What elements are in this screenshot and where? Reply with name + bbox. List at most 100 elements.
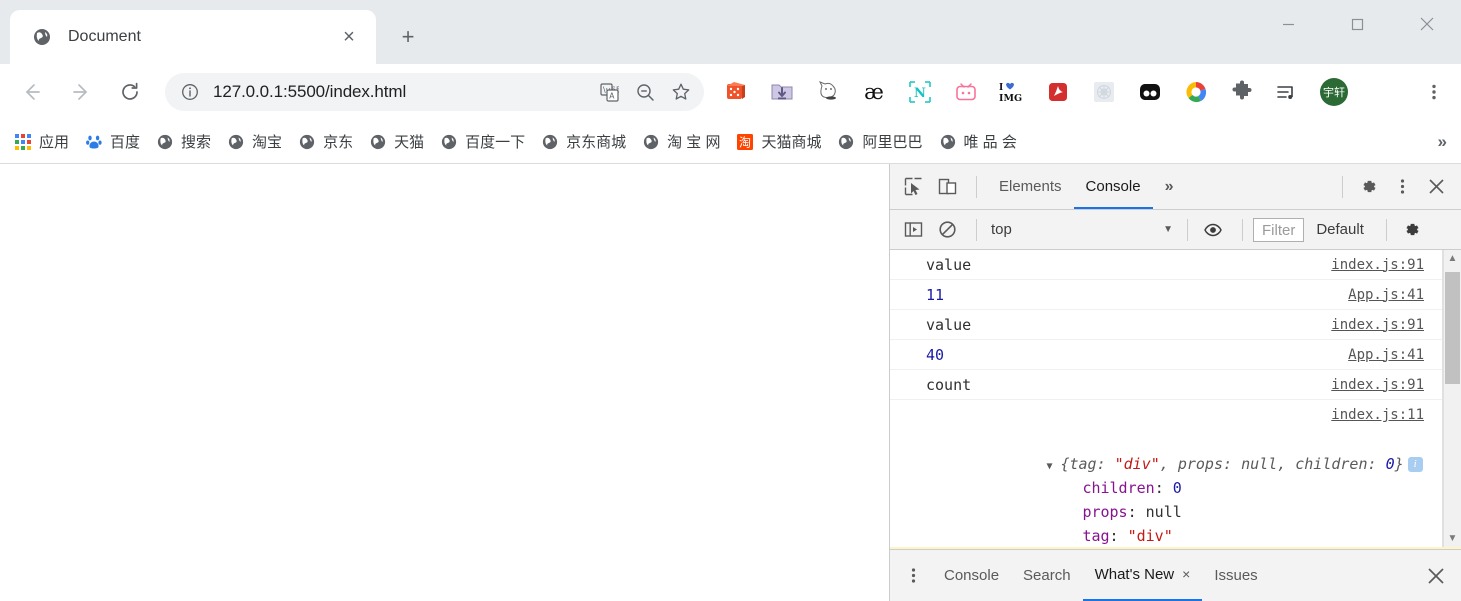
bitwarden-extension-icon[interactable] [1136,78,1164,106]
drawer-kebab-icon[interactable] [898,561,928,591]
tab-strip: Document × + [0,0,1461,64]
console-message-source[interactable]: index.js:11 [1331,407,1424,423]
console-object-entry[interactable]: index.js:11 ▼ {tag: "div", props: null, c… [890,400,1442,547]
bookmark-star-icon[interactable] [666,77,696,107]
new-tab-button[interactable]: + [388,17,428,57]
zoom-out-icon[interactable] [630,77,660,107]
browser-tab[interactable]: Document × [10,10,376,64]
reload-button-icon[interactable] [112,74,148,110]
live-expression-icon[interactable] [1198,215,1228,245]
console-message-text: value [926,255,972,274]
bookmark-taobao[interactable]: 淘宝 [227,131,282,152]
grid-extension-icon[interactable] [1090,78,1118,106]
profile-avatar[interactable]: 宇轩 [1320,78,1348,106]
property-key: props [1082,503,1128,521]
playlist-extension-icon[interactable] [1274,78,1302,106]
bookmark-vip[interactable]: 唯 品 会 [939,131,1017,152]
drawer-tab-console[interactable]: Console [932,550,1011,601]
bookmark-tmall-mall[interactable]: 淘 天猫商城 [736,131,821,152]
color-wheel-extension-icon[interactable] [1182,78,1210,106]
bookmark-label: 天猫 [394,134,425,151]
console-message-area[interactable]: value index.js:91 11 App.js:41 value ind… [890,250,1461,548]
globe-icon [156,133,174,151]
apps-grid-icon [14,133,32,151]
scrollbar-thumb[interactable] [1445,272,1460,384]
maximize-button[interactable] [1323,0,1392,48]
console-message-source[interactable]: index.js:91 [1331,317,1442,333]
console-scrollbar[interactable]: ▲ ▼ [1443,250,1461,548]
cat-extension-icon[interactable] [814,78,842,106]
globe-icon [227,133,245,151]
bookmark-tmall[interactable]: 天猫 [369,131,424,152]
console-object-summary[interactable]: ▼ {tag: "div", props: null, children: 0} i [914,428,1442,473]
bookmark-taobao-net[interactable]: 淘 宝 网 [642,131,720,152]
console-message-row[interactable]: 11 App.js:41 [890,280,1442,310]
console-message-row[interactable]: value index.js:91 [890,250,1442,280]
console-message-source[interactable]: index.js:91 [1331,377,1442,393]
bookmark-label: 京东 [323,134,354,151]
scroll-up-arrow-icon[interactable]: ▲ [1448,250,1458,267]
devtools-close-icon[interactable] [1421,172,1451,202]
chrome-menu-kebab-icon[interactable] [1419,77,1449,107]
property-key: children [1082,479,1155,497]
drawer-tab-whats-new[interactable]: What's New × [1082,549,1203,601]
page-viewport[interactable] [0,164,890,601]
bookmark-apps[interactable]: 应用 [14,131,69,152]
console-message-row[interactable]: count index.js:91 [890,370,1442,400]
more-panels-icon[interactable]: » [1153,178,1186,196]
pdf-extension-icon[interactable] [1044,78,1072,106]
console-filter-input[interactable]: Filter [1253,217,1305,242]
bookmark-jd[interactable]: 京东 [298,131,353,152]
notion-extension-icon[interactable]: N [906,78,934,106]
forward-button-icon[interactable] [63,74,99,110]
console-message-source[interactable]: App.js:41 [1348,287,1442,303]
info-badge-icon[interactable]: i [1407,457,1423,472]
device-toolbar-icon[interactable] [932,172,962,202]
address-bar[interactable]: 127.0.0.1:5500/index.html \u6587 A [165,73,704,111]
translate-icon[interactable]: \u6587 A [594,77,624,107]
scroll-down-arrow-icon[interactable]: ▼ [1448,530,1458,547]
bookmarks-overflow-icon[interactable]: » [1438,132,1447,152]
address-bar-url[interactable]: 127.0.0.1:5500/index.html [213,82,588,102]
drawer-tab-issues[interactable]: Issues [1202,550,1269,601]
puzzle-extensions-icon[interactable] [1228,78,1256,106]
ae-extension-icon[interactable]: æ [860,78,888,106]
back-button-icon[interactable] [14,74,50,110]
site-info-icon[interactable] [179,81,201,103]
console-message-row[interactable]: value index.js:91 [890,310,1442,340]
bookmark-baidu[interactable]: 百度 [85,131,140,152]
clear-console-icon[interactable] [932,215,962,245]
inspect-cursor-icon[interactable] [898,172,928,202]
drawer-tab-close-icon[interactable]: × [1182,549,1190,600]
tab-elements[interactable]: Elements [987,164,1074,209]
tab-console[interactable]: Console [1073,164,1153,209]
gear-icon[interactable] [1353,172,1383,202]
globe-icon [369,133,387,151]
bookmark-alibaba[interactable]: 阿里巴巴 [837,131,923,152]
browser-toolbar: 127.0.0.1:5500/index.html \u6587 A [0,64,1461,120]
console-message-source[interactable]: App.js:41 [1348,347,1442,363]
bookmark-baidu-yixia[interactable]: 百度一下 [440,131,525,152]
console-message-source[interactable]: index.js:91 [1331,257,1442,273]
close-button[interactable] [1392,0,1461,48]
folder-download-extension-icon[interactable] [768,78,796,106]
content-split: Elements Console » top ▼ Filter Default … [0,164,1461,601]
devtools-topbar: Elements Console » [890,164,1461,210]
console-message-row[interactable]: 40 App.js:41 [890,340,1442,370]
bookmark-jd-mall[interactable]: 京东商城 [541,131,626,152]
devtools-kebab-icon[interactable] [1387,172,1417,202]
show-console-sidebar-icon[interactable] [898,215,928,245]
drawer-tab-search[interactable]: Search [1011,550,1083,601]
console-level-select[interactable]: Default [1304,221,1376,238]
tab-close-icon[interactable]: × [334,22,364,52]
svg-text:I: I [999,83,1003,93]
minimize-button[interactable] [1254,0,1323,48]
drawer-close-icon[interactable] [1421,561,1451,591]
console-context-select[interactable]: top ▼ [987,221,1177,238]
console-settings-gear-icon[interactable] [1397,215,1427,245]
bookmark-search[interactable]: 搜索 [156,131,211,152]
iloveimg-extension-icon[interactable]: I IMG [998,78,1026,106]
dice-extension-icon[interactable] [722,78,750,106]
bilibili-extension-icon[interactable] [952,78,980,106]
object-key-props: props [1177,455,1223,473]
